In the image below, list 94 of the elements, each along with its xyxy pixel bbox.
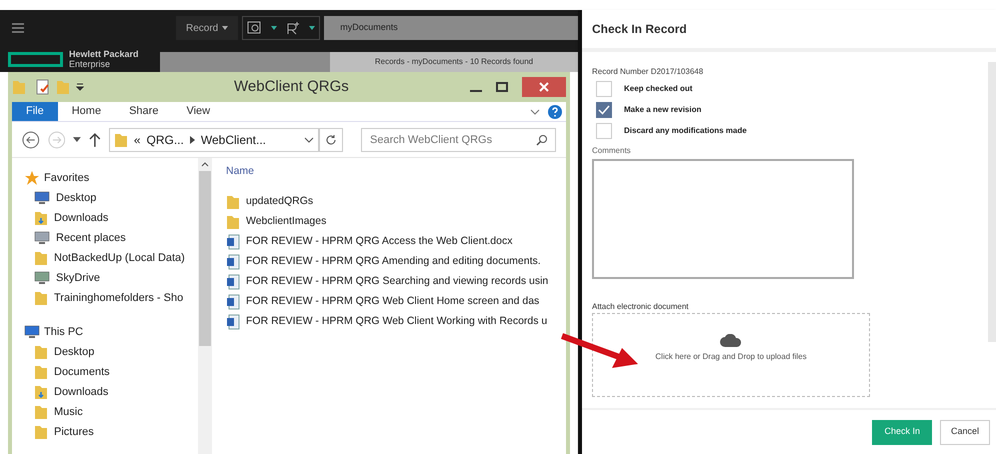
nav-item[interactable]: Documents: [54, 364, 110, 380]
refresh-button[interactable]: [319, 128, 344, 152]
nav-item[interactable]: SkyDrive: [56, 270, 100, 286]
caret-icon: [309, 26, 316, 30]
folder-icon: [34, 404, 48, 420]
nav-item[interactable]: Traininghomefolders - Sho: [54, 290, 184, 306]
cloud-icon: [720, 334, 742, 347]
checkbox[interactable]: [596, 80, 612, 96]
folder-icon: [226, 194, 240, 210]
comments-field[interactable]: [592, 159, 854, 279]
file-name[interactable]: FOR REVIEW - HPRM QRG Web Client Home screen and das: [246, 294, 540, 310]
folder-icon: [34, 344, 48, 360]
monitor-icon: [34, 191, 50, 205]
folder-icon: [34, 250, 48, 266]
drop-text: Click here or Drag and Drop to upload files: [655, 351, 807, 363]
help-icon[interactable]: [548, 104, 562, 118]
caret-icon: [222, 26, 228, 30]
results-header: Records - myDocuments - 10 Records found: [374, 56, 534, 68]
folder-icon: [34, 290, 48, 306]
record-plus-icon: [285, 21, 302, 35]
download-folder-icon: [34, 210, 48, 226]
record-number: Record Number D2017/103648: [592, 66, 704, 78]
back-icon[interactable]: [22, 130, 40, 148]
folder-icon: [34, 364, 48, 380]
folder-icon: [114, 132, 128, 148]
cancel-button[interactable]: Cancel: [940, 420, 990, 444]
nav-group[interactable]: This PC: [44, 324, 84, 340]
file-name[interactable]: updatedQRGs: [246, 194, 314, 210]
close-button[interactable]: [522, 77, 566, 97]
document-icon: [226, 274, 240, 290]
refresh-icon: [325, 134, 338, 146]
ribbon-tab[interactable]: File: [12, 102, 58, 121]
chevron-right-icon: [190, 136, 195, 144]
folder-icon: [226, 214, 240, 230]
caret-icon: [271, 26, 278, 30]
breadcrumb-item[interactable]: QRG...: [146, 130, 184, 148]
file-name[interactable]: WebclientImages: [246, 214, 326, 230]
ribbon-tab[interactable]: Share: [115, 102, 172, 121]
brand-subtitle: Enterprise: [69, 59, 112, 69]
search-field[interactable]: Search WebClient QRGs: [361, 128, 556, 152]
ribbon-tab[interactable]: Home: [58, 102, 116, 121]
menu-icon[interactable]: [12, 23, 24, 33]
monitor-icon: [34, 271, 50, 285]
record-menu[interactable]: Record: [176, 16, 238, 40]
chevron-icon[interactable]: [304, 136, 314, 144]
nav-item[interactable]: Desktop: [54, 344, 94, 360]
folder-icon: [12, 79, 26, 95]
comments-label: Comments: [592, 145, 632, 157]
nav-item[interactable]: NotBackedUp (Local Data): [54, 250, 185, 266]
folder-icon: [34, 424, 48, 440]
file-name[interactable]: FOR REVIEW - HPRM QRG Amending and editing documents.: [246, 254, 541, 270]
caret-icon[interactable]: [76, 83, 84, 91]
attach-label: Attach electronic document: [592, 301, 690, 313]
logo-icon: [8, 52, 63, 66]
caret-icon[interactable]: [73, 136, 82, 142]
option-label: Make a new revision: [624, 104, 702, 116]
nav-item[interactable]: Downloads: [54, 384, 108, 400]
scrollbar[interactable]: [198, 158, 212, 454]
maximize-button[interactable]: [496, 82, 508, 92]
search-icon: [536, 134, 548, 146]
download-folder-icon: [34, 384, 48, 400]
monitor-icon: [24, 325, 40, 339]
file-name[interactable]: FOR REVIEW - HPRM QRG Searching and viewing records usin: [246, 274, 548, 290]
folder-icon: [56, 79, 70, 95]
ribbon-tab[interactable]: View: [172, 102, 224, 121]
document-icon: [226, 234, 240, 250]
breadcrumb-item[interactable]: WebClient...: [200, 130, 266, 148]
close-icon: [539, 82, 549, 92]
nav-group[interactable]: Favorites: [44, 170, 90, 186]
brand-name: Hewlett Packard: [69, 49, 139, 59]
file-name[interactable]: FOR REVIEW - HPRM QRG Access the Web Client.docx: [246, 234, 512, 250]
file-name[interactable]: FOR REVIEW - HPRM QRG Web Client Working with Records u: [246, 314, 548, 330]
star-icon: [24, 170, 40, 186]
properties-icon[interactable]: [36, 79, 50, 95]
checkbox[interactable]: [596, 122, 612, 138]
document-icon: [226, 294, 240, 310]
option-label: Keep checked out: [624, 82, 692, 94]
nav-item[interactable]: Desktop: [56, 190, 96, 206]
checkbox[interactable]: [596, 102, 612, 118]
window-title: WebClient QRGs: [234, 76, 349, 97]
nav-item[interactable]: Pictures: [54, 424, 94, 440]
up-arrow-icon[interactable]: [89, 132, 101, 146]
document-icon: [226, 254, 240, 270]
nav-item[interactable]: Downloads: [54, 210, 108, 226]
nav-item[interactable]: Recent places: [56, 230, 126, 246]
option-label: Discard any modifications made: [624, 124, 747, 136]
dialog-title: Check In Record: [592, 21, 687, 38]
breadcrumb-item[interactable]: «: [134, 130, 141, 148]
scroll-up-icon[interactable]: [201, 162, 209, 167]
document-icon: [226, 314, 240, 330]
nav-item[interactable]: Music: [54, 404, 83, 420]
chevron-icon[interactable]: [530, 108, 540, 116]
column-header[interactable]: Name: [226, 164, 566, 192]
search-field[interactable]: myDocuments: [324, 16, 578, 40]
